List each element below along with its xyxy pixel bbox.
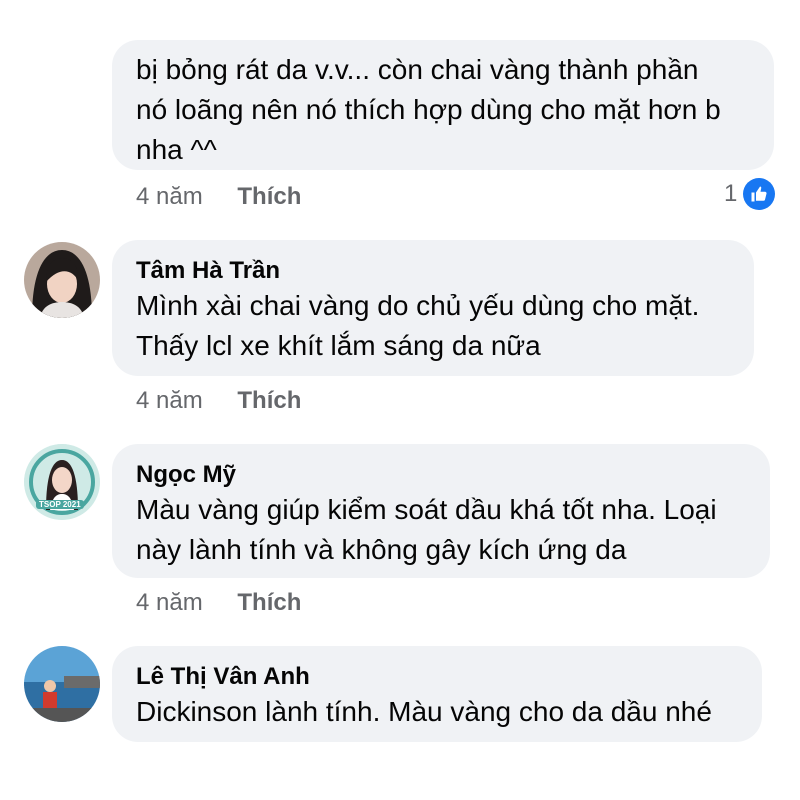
comment-meta: 4 năm Thích — [136, 386, 301, 416]
comment-bubble: Ngọc Mỹ Màu vàng giúp kiểm soát dầu khá … — [112, 444, 770, 578]
avatar[interactable] — [24, 242, 100, 318]
comment-bubble: Tâm Hà Trần Mình xài chai vàng do chủ yế… — [112, 240, 754, 376]
comment-text: Dickinson lành tính. Màu vàng cho da dầu… — [136, 696, 712, 727]
comment-author[interactable]: Ngọc Mỹ — [136, 460, 746, 490]
comment-text: bị bỏng rát da v.v... còn chai vàng thàn… — [136, 54, 721, 165]
reaction-count: 1 — [724, 180, 738, 207]
comment-bubble: bị bỏng rát da v.v... còn chai vàng thàn… — [112, 40, 774, 170]
like-button[interactable]: Thích — [237, 387, 301, 414]
comment-text: Màu vàng giúp kiểm soát dầu khá tốt nha.… — [136, 494, 717, 565]
comment-time[interactable]: 4 năm — [136, 589, 203, 616]
avatar[interactable]: TSOP 2021 — [24, 444, 100, 520]
avatar-badge: TSOP 2021 — [36, 500, 84, 509]
comment-bubble: Lê Thị Vân Anh Dickinson lành tính. Màu … — [112, 646, 762, 742]
avatar[interactable] — [24, 646, 100, 722]
comment-time[interactable]: 4 năm — [136, 183, 203, 210]
comment-time[interactable]: 4 năm — [136, 387, 203, 414]
reaction-summary[interactable]: 1 — [724, 178, 776, 210]
comment-meta: 4 năm Thích — [136, 182, 301, 212]
comment-text: Mình xài chai vàng do chủ yếu dùng cho m… — [136, 290, 700, 361]
comment-author[interactable]: Lê Thị Vân Anh — [136, 662, 738, 692]
comment-meta: 4 năm Thích — [136, 588, 301, 618]
like-button[interactable]: Thích — [237, 183, 301, 210]
thumbs-up-icon — [743, 178, 776, 210]
comment-author[interactable]: Tâm Hà Trần — [136, 256, 730, 286]
like-button[interactable]: Thích — [237, 589, 301, 616]
